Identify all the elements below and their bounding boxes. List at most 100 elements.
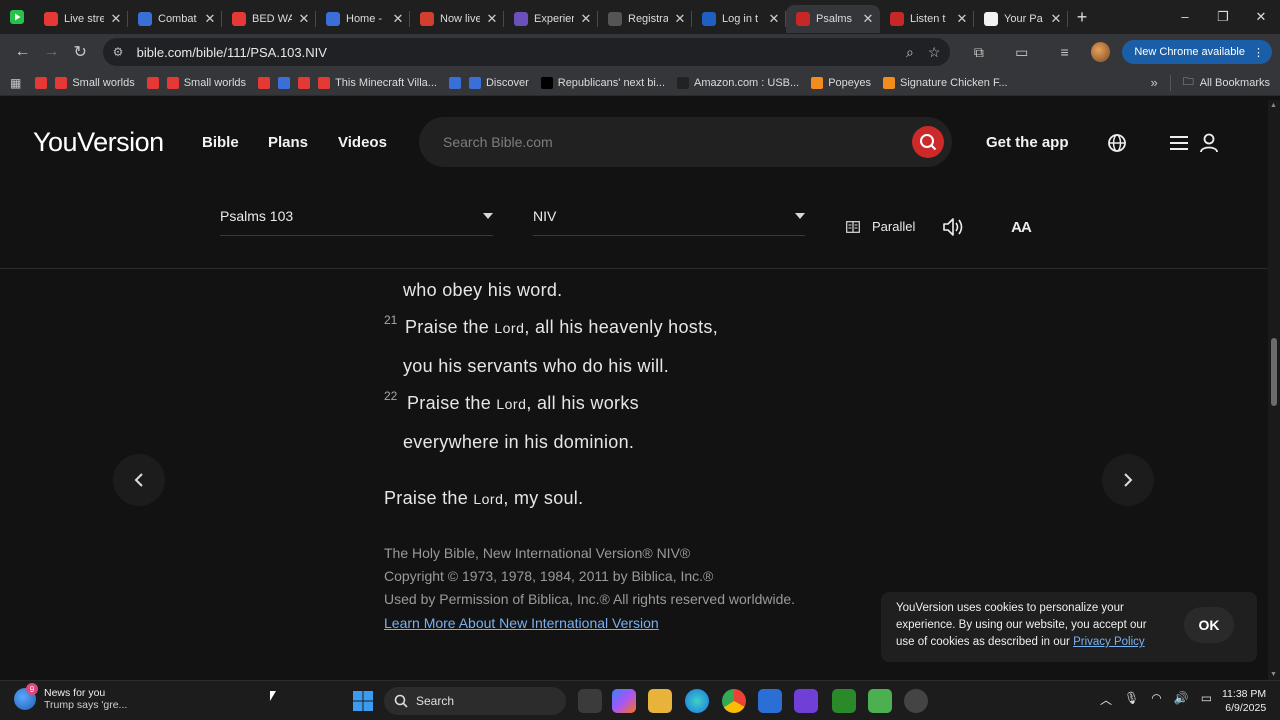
search-input[interactable]: Search Bible.com [419,117,952,167]
bookmark-item[interactable] [278,76,291,89]
page-scrollbar[interactable]: ▲ ▼ [1268,100,1280,680]
close-tab-icon[interactable]: ✕ [674,11,686,27]
url-text[interactable]: bible.com/bible/111/PSA.103.NIV [137,45,892,60]
bookmark-item[interactable] [298,76,311,89]
chevron-up-icon[interactable]: ︿ [1100,691,1112,708]
bookmark-item[interactable]: Discover [468,76,529,89]
minecraft-icon[interactable] [868,689,892,713]
all-bookmarks-button[interactable]: 🗀 All Bookmarks [1183,73,1270,92]
bookmark-item[interactable]: Small worlds [55,76,135,89]
browser-tab[interactable]: Live stre ✕ [34,5,128,33]
browser-tab[interactable]: Combat ✕ [128,5,222,33]
close-tab-icon[interactable]: ✕ [580,11,592,27]
clock[interactable]: 11:38 PM 6/9/2025 [1222,687,1266,715]
nav-bible[interactable]: Bible [202,134,239,151]
browser-tab[interactable]: Log in t ✕ [692,5,786,33]
book-selector[interactable]: Psalms 103 [220,208,493,236]
privacy-policy-link[interactable]: Privacy Policy [1073,636,1145,648]
text-settings-button[interactable]: AA [1004,214,1038,240]
browser-tab[interactable]: Now live ✕ [410,5,504,33]
bookmark-item[interactable] [146,76,159,89]
youversion-logo[interactable]: YouVersion [33,127,164,158]
minimize-icon[interactable]: – [1166,9,1204,25]
more-bookmarks-icon[interactable]: » [1150,75,1157,90]
volume-icon[interactable]: 🔊 [1174,691,1189,708]
learn-more-link[interactable]: Learn More About New International Versi… [384,615,659,631]
new-tab-button[interactable]: + [1068,3,1096,31]
edge-icon[interactable] [685,689,709,713]
browser-tab[interactable]: Home - ✕ [316,5,410,33]
wifi-icon[interactable]: ◠ [1151,691,1161,708]
verse-number[interactable]: 22 [384,389,397,403]
next-chapter-button[interactable] [1102,454,1154,506]
browser-tab[interactable]: Registra ✕ [598,5,692,33]
close-tab-icon[interactable]: ✕ [110,11,122,27]
cast-icon[interactable]: ▭ [1007,37,1036,67]
bookmark-item[interactable]: Signature Chicken F... [883,76,1008,89]
address-bar[interactable]: ⚙ bible.com/bible/111/PSA.103.NIV ⌕ ☆ [102,38,951,66]
apps-grid-icon[interactable]: ▦ [10,76,21,90]
close-tab-icon[interactable]: ✕ [1050,11,1062,27]
version-selector[interactable]: NIV [533,208,805,236]
browser-tab[interactable]: Listen t ✕ [880,5,974,33]
reload-button[interactable]: ↻ [66,37,95,67]
settings-icon[interactable] [904,689,928,713]
chrome-icon[interactable] [722,689,746,713]
close-tab-icon[interactable]: ✕ [298,11,310,27]
scroll-down-icon[interactable]: ▼ [1270,671,1277,678]
parallel-button[interactable]: Parallel [846,219,915,234]
store-icon[interactable] [758,689,782,713]
windows-start-icon[interactable] [352,690,374,712]
bookmark-item[interactable] [35,76,48,89]
account-button[interactable] [1198,132,1220,154]
scrollbar-thumb[interactable] [1271,338,1277,406]
extensions-icon[interactable]: ⧉ [964,37,993,67]
tab-search-button[interactable] [0,0,34,34]
audio-button[interactable] [936,214,970,240]
bookmark-item[interactable]: Republicans' next bi... [540,76,665,89]
nav-plans[interactable]: Plans [268,134,308,151]
close-tab-icon[interactable]: ✕ [486,11,498,27]
profile-avatar[interactable] [1091,42,1111,62]
browser-tab[interactable]: Psalms ✕ [786,5,880,33]
battery-icon[interactable]: ▭ [1201,691,1212,708]
app-icon[interactable] [794,689,818,713]
close-tab-icon[interactable]: ✕ [862,11,874,27]
bookmark-item[interactable] [448,76,461,89]
task-view-icon[interactable] [578,689,602,713]
zoom-icon[interactable]: ⌕ [906,44,914,61]
bookmark-item[interactable]: This Minecraft Villa... [318,76,437,89]
cookie-ok-button[interactable]: OK [1184,607,1234,643]
close-tab-icon[interactable]: ✕ [392,11,404,27]
restore-icon[interactable]: ❐ [1204,9,1242,25]
site-info-icon[interactable]: ⚙ [113,45,127,59]
close-window-icon[interactable]: ✕ [1242,9,1280,25]
browser-tab[interactable]: Your Pa ✕ [974,5,1068,33]
bookmark-item[interactable]: Popeyes [811,76,871,89]
file-explorer-icon[interactable] [648,689,672,713]
nav-videos[interactable]: Videos [338,134,387,151]
close-tab-icon[interactable]: ✕ [768,11,780,27]
close-tab-icon[interactable]: ✕ [204,11,216,27]
verse-number[interactable]: 21 [384,313,397,327]
scroll-up-icon[interactable]: ▲ [1270,102,1277,109]
back-button[interactable]: ← [8,37,37,67]
language-button[interactable] [1106,132,1128,154]
get-app-link[interactable]: Get the app [986,134,1069,151]
close-tab-icon[interactable]: ✕ [956,11,968,27]
bookmark-item[interactable]: Amazon.com : USB... [677,76,799,89]
menu-button[interactable] [1168,132,1190,154]
microphone-icon[interactable]: 🎙 [1124,691,1139,708]
copilot-icon[interactable] [612,689,636,713]
bookmark-star-icon[interactable]: ☆ [928,44,941,61]
browser-tab[interactable]: BED WA ✕ [222,5,316,33]
chrome-update-button[interactable]: New Chrome available ⋮ [1122,40,1272,64]
forward-button[interactable]: → [37,37,66,67]
xbox-icon[interactable] [832,689,856,713]
news-widget[interactable]: 9 News for you Trump says 'gre... [14,683,127,711]
search-button[interactable] [912,126,944,158]
previous-chapter-button[interactable] [113,454,165,506]
bookmark-item[interactable] [258,76,271,89]
taskbar-search[interactable]: Search [384,687,566,715]
browser-tab[interactable]: Experien ✕ [504,5,598,33]
